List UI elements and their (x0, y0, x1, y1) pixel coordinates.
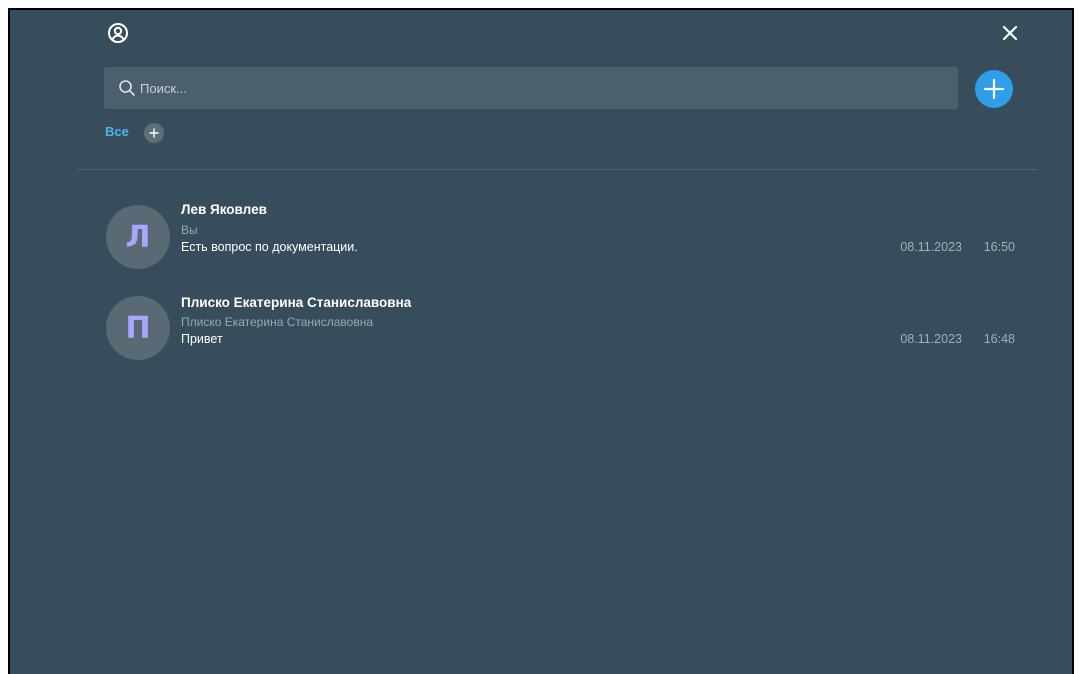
chat-time: 16:50 (983, 240, 1015, 254)
plus-icon (149, 128, 159, 138)
avatar: Л (106, 205, 170, 269)
avatar: П (106, 296, 170, 360)
user-circle-icon[interactable] (107, 22, 129, 44)
new-chat-button[interactable] (975, 70, 1013, 108)
chat-list-item[interactable]: Л Лев Яковлев Вы Есть вопрос по документ… (94, 198, 1024, 280)
chat-sender: Плиско Екатерина Станиславовна (181, 315, 373, 329)
chat-list-item[interactable]: П Плиско Екатерина Станиславовна Плиско … (94, 293, 1024, 375)
chat-date: 08.11.2023 (900, 240, 962, 254)
chat-last-message: Привет (181, 332, 223, 346)
plus-icon (983, 78, 1005, 100)
chat-sender: Вы (181, 223, 198, 237)
search-input[interactable] (140, 67, 940, 109)
search-icon (119, 80, 135, 96)
divider (78, 169, 1038, 170)
close-icon[interactable] (1000, 23, 1020, 43)
chat-last-message: Есть вопрос по документации. (181, 240, 358, 254)
chat-date: 08.11.2023 (900, 332, 962, 346)
chat-time: 16:48 (983, 332, 1015, 346)
add-filter-button[interactable] (144, 123, 164, 143)
search-box[interactable] (104, 67, 958, 109)
chat-name: Плиско Екатерина Станиславовна (181, 295, 412, 310)
chat-list-panel: Все Л Лев Яковлев Вы Есть вопрос по доку… (8, 8, 1074, 674)
app-frame: Все Л Лев Яковлев Вы Есть вопрос по доку… (0, 0, 1081, 674)
filter-tab-all[interactable]: Все (105, 124, 129, 139)
chat-name: Лев Яковлев (181, 202, 267, 217)
